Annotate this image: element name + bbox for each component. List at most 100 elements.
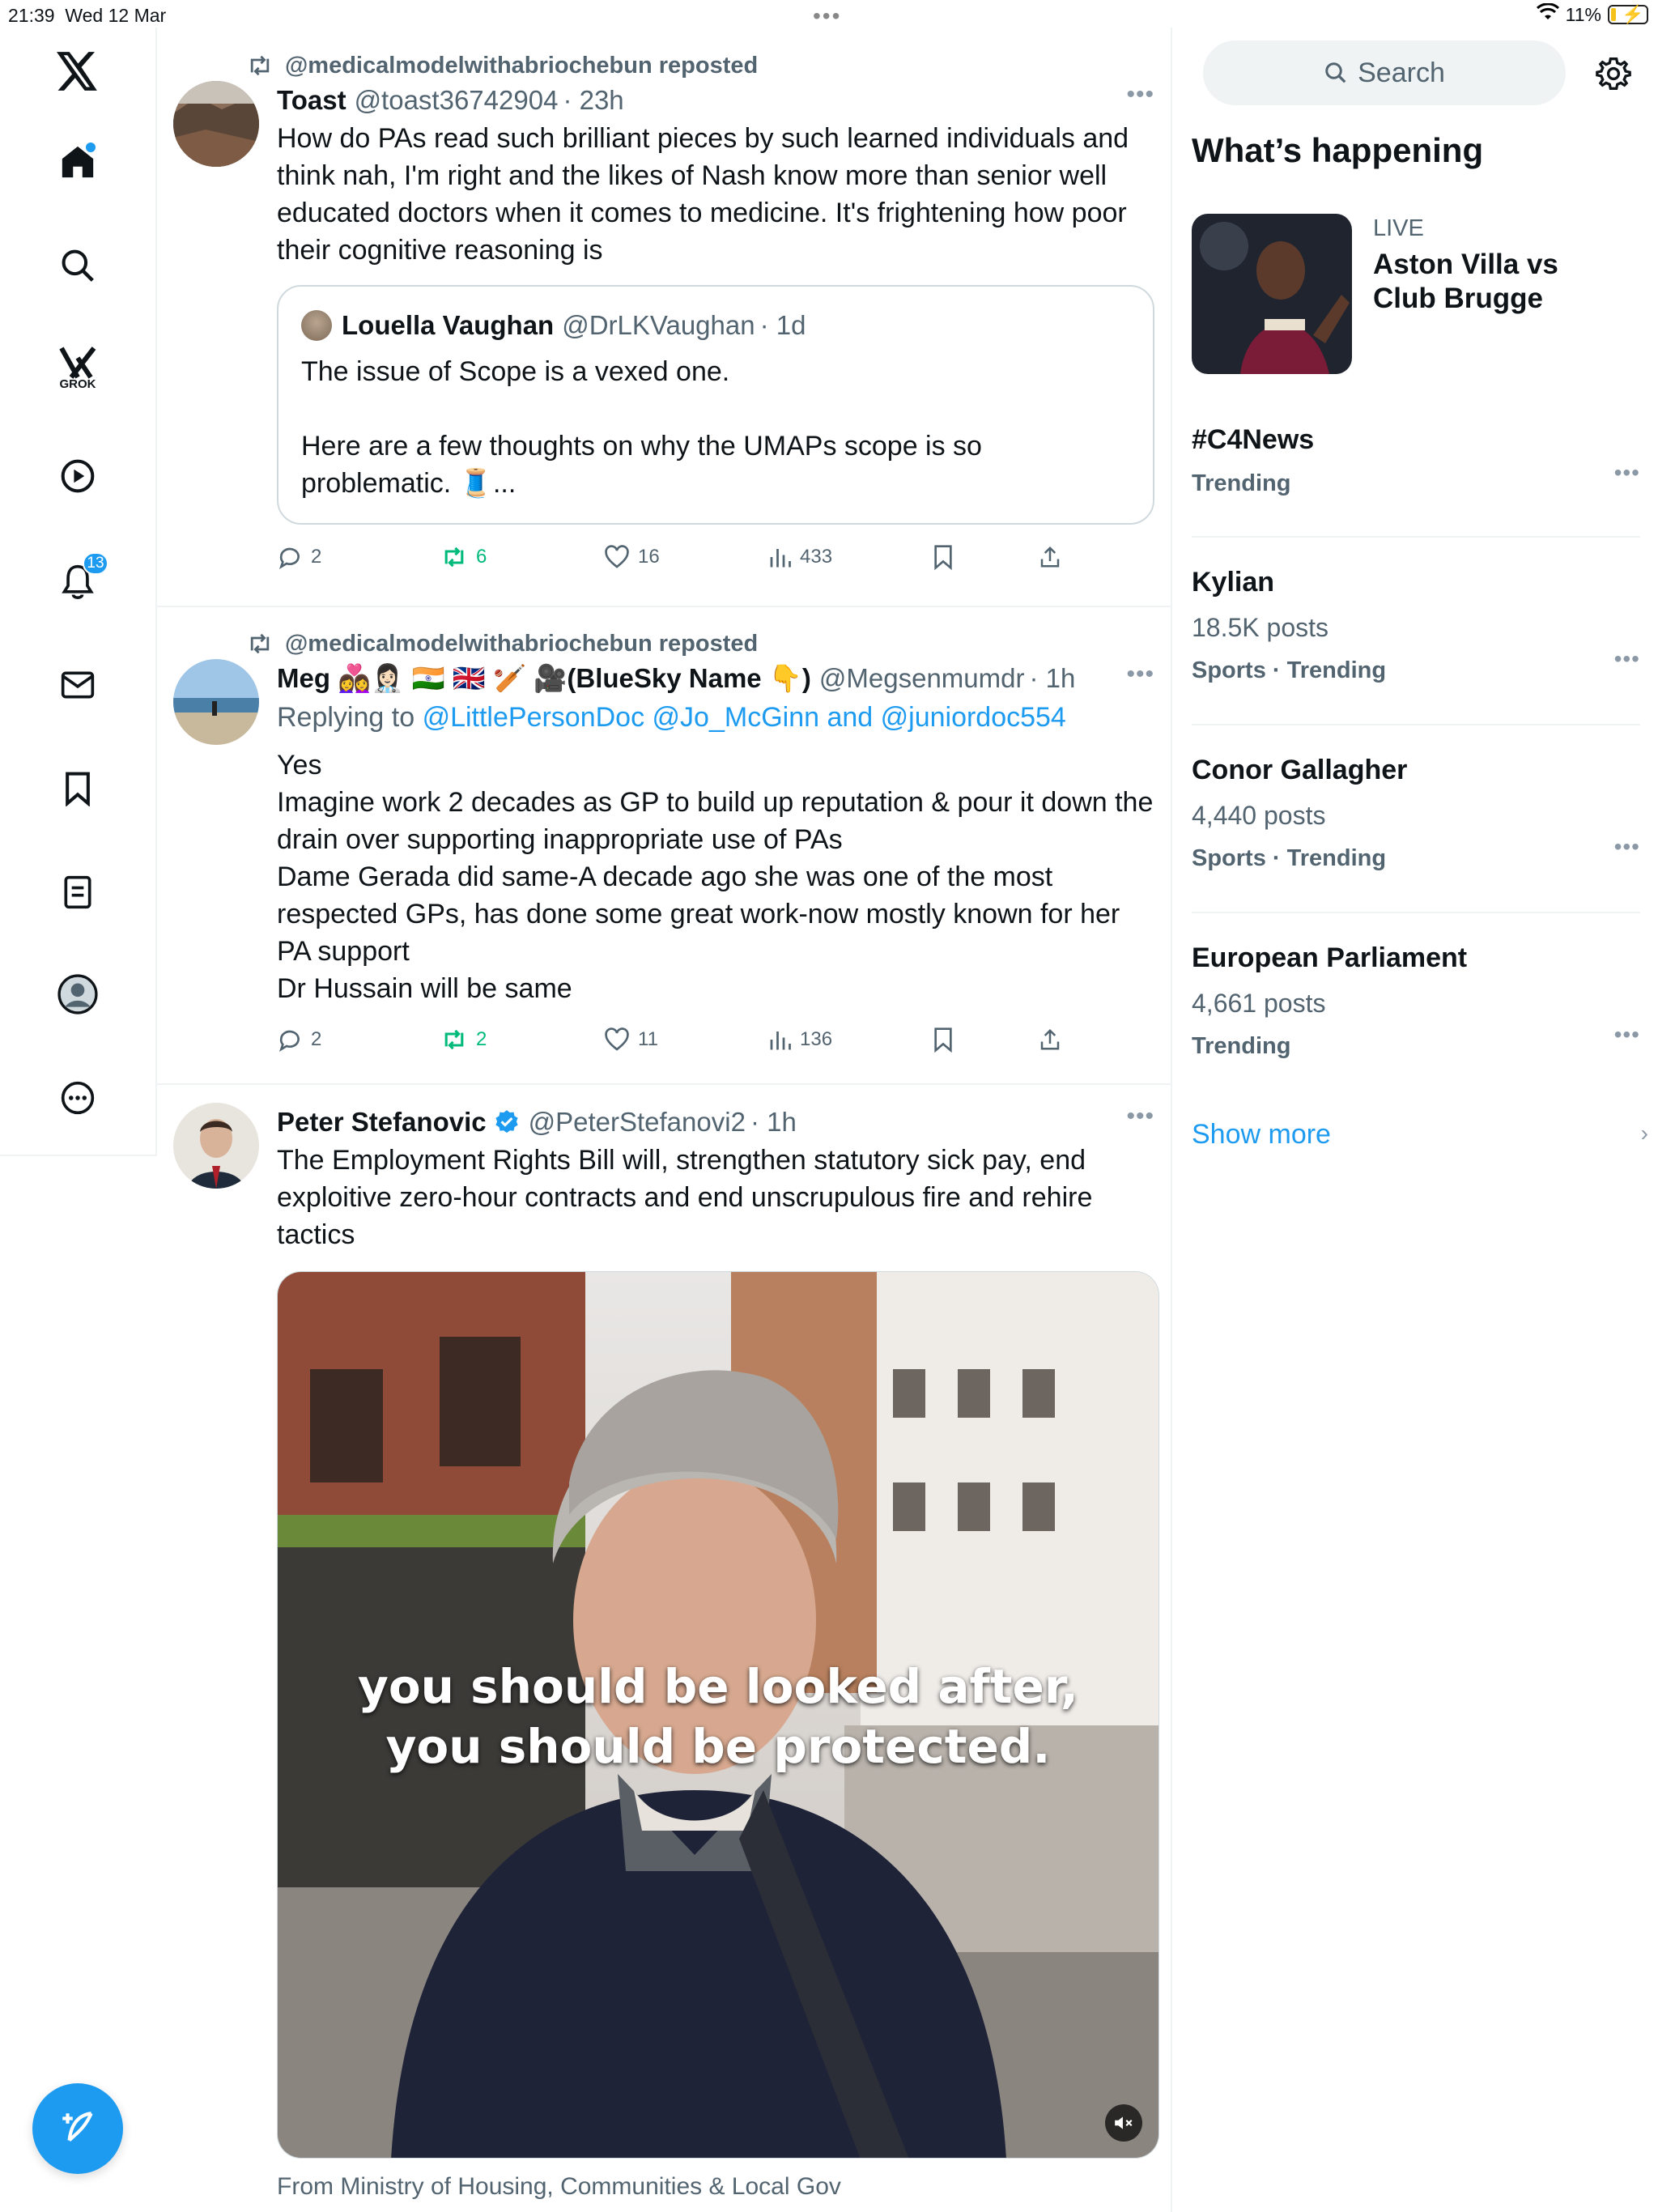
avatar[interactable] <box>173 1103 259 1189</box>
post[interactable]: @medicalmodelwithabriochebun reposted Me… <box>157 607 1171 1085</box>
share-icon <box>1040 546 1060 568</box>
trend-meta: Trending <box>1192 470 1291 496</box>
video-player[interactable]: you should be looked after, you should b… <box>277 1271 1159 2159</box>
quoted-post[interactable]: Louella Vaughan @DrLKVaughan · 1d The is… <box>277 285 1154 525</box>
author-name[interactable]: Meg 👩‍❤️‍👩👩🏻‍⚕️ 🇮🇳 🇬🇧 🏏 🎥(BlueSky Name 👇… <box>277 663 811 695</box>
live-event-image <box>1192 214 1352 374</box>
post-text: The Employment Rights Bill will, strengt… <box>277 1145 1100 1250</box>
home-icon[interactable] <box>52 136 104 188</box>
grok-label: GROK <box>59 377 96 391</box>
trend-item[interactable]: European Parliament 4,661 posts Trending… <box>1192 912 1640 1100</box>
trend-meta: Sports · Trending <box>1192 845 1387 871</box>
author-handle[interactable]: @Megsenmumdr <box>819 663 1025 694</box>
avatar[interactable] <box>173 81 259 167</box>
profile-avatar-icon[interactable] <box>52 968 104 1020</box>
avatar[interactable] <box>173 659 259 745</box>
post-header: Toast @toast36742904 · 23h ••• <box>277 81 1154 120</box>
notifications-icon[interactable]: 13 <box>52 552 108 607</box>
video-caption-line-2: you should be protected. <box>385 1719 1051 1774</box>
reply-button[interactable]: 2 <box>277 545 440 569</box>
repost-button[interactable]: 2 <box>440 1028 604 1051</box>
reply-icon <box>278 547 300 569</box>
more-icon[interactable]: ••• <box>1614 646 1640 672</box>
search-icon <box>1325 62 1346 83</box>
timeline-feed[interactable]: @medicalmodelwithabriochebun reposted To… <box>157 28 1172 2212</box>
author-name[interactable]: Toast <box>277 85 346 116</box>
more-icon[interactable]: ••• <box>1126 1103 1154 1130</box>
bookmarks-icon[interactable] <box>52 763 104 815</box>
chevron-right-icon[interactable]: › <box>1641 1121 1648 1146</box>
bookmark-button[interactable] <box>933 544 1038 570</box>
search-icon[interactable] <box>52 240 104 291</box>
more-options-icon[interactable] <box>52 1072 104 1124</box>
quote-author-name: Louella Vaughan <box>342 310 555 340</box>
trend-title: Conor Gallagher <box>1192 755 1408 785</box>
grok-icon[interactable]: GROK <box>52 337 104 391</box>
battery-icon: ⚡ <box>1608 4 1648 24</box>
like-button[interactable]: 11 <box>604 1027 767 1052</box>
author-handle[interactable]: @toast36742904 <box>355 85 559 116</box>
video-source[interactable]: From Ministry of Housing, Communities & … <box>277 2173 1159 2201</box>
more-icon[interactable]: ••• <box>1614 834 1640 860</box>
repost-label: @medicalmodelwithabriochebun reposted <box>285 52 759 79</box>
heart-icon <box>605 545 629 568</box>
compose-post-button[interactable] <box>32 2083 123 2174</box>
replying-to-handles[interactable]: @LittlePersonDoc @Jo_McGinn and @juniord… <box>423 702 1066 733</box>
trend-title: Kylian <box>1192 567 1275 598</box>
author-name[interactable]: Peter Stefanovic <box>277 1107 487 1138</box>
more-icon[interactable]: ••• <box>1126 661 1154 688</box>
heart-icon <box>605 1027 629 1051</box>
post-time: · 1h <box>750 1107 797 1137</box>
like-count: 16 <box>638 546 660 568</box>
lists-icon[interactable] <box>52 866 104 918</box>
video-icon[interactable] <box>52 450 104 502</box>
author-handle[interactable]: @PeterStefanovi2 <box>529 1107 746 1138</box>
settings-gear-icon[interactable] <box>1592 52 1635 96</box>
trend-item[interactable]: Conor Gallagher 4,440 posts Sports · Tre… <box>1192 724 1640 912</box>
post-text: Yes Imagine work 2 decades as GP to buil… <box>277 750 1154 1004</box>
more-icon[interactable]: ••• <box>1614 1022 1640 1048</box>
live-event-title: Aston Villa vs Club Brugge <box>1373 249 1558 314</box>
view-count: 433 <box>800 546 833 568</box>
show-more-link[interactable]: Show more <box>1192 1119 1331 1151</box>
post[interactable]: Peter Stefanovic @PeterStefanovi2 · 1h •… <box>157 1085 1171 2212</box>
post-actions: 2 2 11 136 <box>277 1007 1154 1072</box>
left-navigation: GROK 13 <box>0 28 157 1156</box>
more-icon[interactable]: ••• <box>1614 460 1640 486</box>
bookmark-icon <box>934 1027 952 1053</box>
trend-title: European Parliament <box>1192 942 1468 973</box>
messages-icon[interactable] <box>52 659 104 711</box>
share-button[interactable] <box>1038 1027 1062 1053</box>
share-icon <box>1040 1028 1060 1050</box>
share-button[interactable] <box>1038 544 1062 570</box>
trend-item[interactable]: Kylian 18.5K posts Sports · Trending ••• <box>1192 536 1640 724</box>
mute-button[interactable] <box>1105 2104 1142 2142</box>
views-icon <box>770 1032 791 1050</box>
repost-indicator: @medicalmodelwithabriochebun reposted <box>246 50 1154 81</box>
multitasking-dots[interactable]: ••• <box>813 3 841 29</box>
search-bar[interactable]: Search <box>1203 40 1566 105</box>
like-button[interactable]: 16 <box>604 545 767 569</box>
post[interactable]: @medicalmodelwithabriochebun reposted To… <box>157 28 1171 607</box>
post-header: Meg 👩‍❤️‍👩👩🏻‍⚕️ 🇮🇳 🇬🇧 🏏 🎥(BlueSky Name 👇… <box>277 659 1154 698</box>
post-header: Peter Stefanovic @PeterStefanovi2 · 1h •… <box>277 1103 1159 1142</box>
feather-plus-icon <box>62 2112 93 2142</box>
bookmark-button[interactable] <box>933 1027 1038 1053</box>
trend-title: #C4News <box>1192 424 1315 455</box>
live-event-card[interactable]: LIVE Aston Villa vs Club Brugge <box>1192 214 1645 384</box>
repost-button[interactable]: 6 <box>440 546 604 568</box>
trend-post-count: 18.5K posts <box>1192 613 1329 642</box>
like-count: 11 <box>638 1028 658 1050</box>
post-text: How do PAs read such brilliant pieces by… <box>277 123 1137 266</box>
view-count: 136 <box>800 1028 833 1050</box>
views-button[interactable]: 136 <box>767 1027 933 1052</box>
post-actions: 2 6 16 433 <box>277 525 1154 589</box>
x-logo-icon[interactable] <box>52 45 104 97</box>
video-caption-line-1: you should be looked after, <box>358 1659 1078 1714</box>
reply-button[interactable]: 2 <box>277 1027 440 1052</box>
views-icon <box>770 549 791 568</box>
more-icon[interactable]: ••• <box>1126 81 1154 108</box>
repost-icon <box>444 1029 464 1050</box>
home-notification-dot <box>86 143 96 152</box>
views-button[interactable]: 433 <box>767 545 933 569</box>
